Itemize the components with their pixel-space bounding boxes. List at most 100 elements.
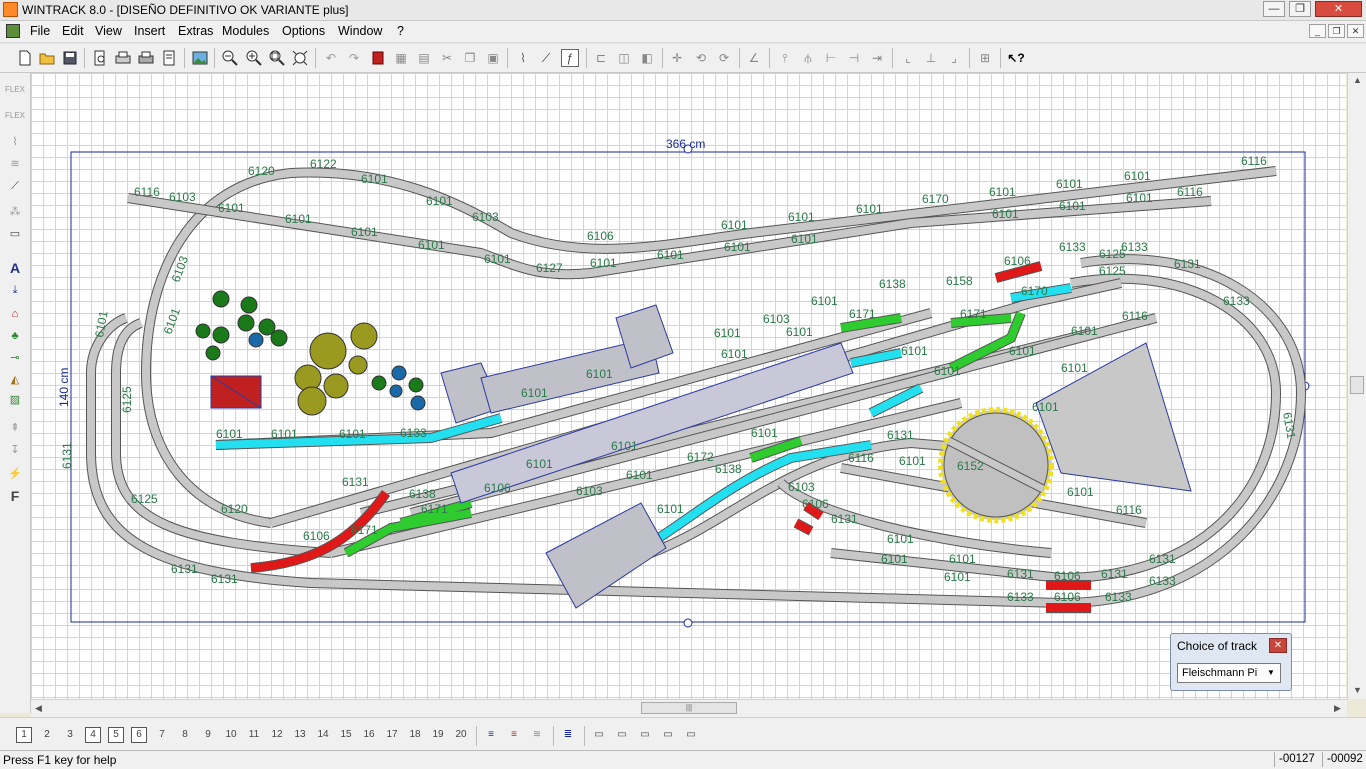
zoom-window-icon[interactable] (268, 49, 286, 67)
scroll-left-icon[interactable]: ◀ (35, 703, 42, 714)
rotate-180-icon[interactable]: ⟳ (715, 49, 733, 67)
layer-button-18[interactable]: 18 (407, 727, 423, 743)
gap-icon[interactable]: ⇥ (868, 49, 886, 67)
align-right-icon[interactable]: ⌟ (945, 49, 963, 67)
copy-icon[interactable]: ❐ (461, 49, 479, 67)
horizontal-scrollbar[interactable]: ◀ ||| ▶ (31, 699, 1347, 717)
menu-view[interactable]: View (95, 24, 122, 38)
mdi-minimize-button[interactable]: _ (1309, 24, 1326, 38)
free-draw-icon[interactable]: ƒ (561, 49, 579, 67)
close-button[interactable]: ✕ (1315, 1, 1362, 17)
bridge-icon[interactable]: ⟋ (5, 177, 25, 195)
house-icon[interactable]: ⌂ (5, 305, 25, 323)
flex-track-icon[interactable]: FLEX (5, 81, 25, 99)
view-3-icon[interactable]: ▭ (637, 727, 653, 743)
copy-window-icon[interactable]: ▦ (392, 49, 410, 67)
layer-button-12[interactable]: 12 (269, 727, 285, 743)
layer-button-3[interactable]: 3 (62, 727, 78, 743)
split-vertical-icon[interactable]: ⫛ (799, 49, 817, 67)
text-icon[interactable]: A (5, 259, 25, 277)
layer-button-8[interactable]: 8 (177, 727, 193, 743)
document-icon[interactable] (6, 24, 20, 38)
new-file-icon[interactable] (16, 49, 34, 67)
layer-button-14[interactable]: 14 (315, 727, 331, 743)
layer-button-11[interactable]: 11 (246, 727, 262, 743)
maximize-button[interactable]: ❐ (1289, 1, 1311, 17)
height-icon[interactable]: ⌇ (5, 133, 25, 151)
print-preview-icon[interactable] (91, 49, 109, 67)
zoom-in-icon[interactable] (245, 49, 263, 67)
layer-button-15[interactable]: 15 (338, 727, 354, 743)
align-left-icon[interactable]: ⌞ (899, 49, 917, 67)
track-system-select[interactable]: Fleischmann Pi ▼ (1177, 663, 1281, 683)
tree-icon[interactable]: ♣ (5, 327, 25, 345)
terrain-2-icon[interactable]: ▭ (5, 225, 25, 243)
layer-button-7[interactable]: 7 (154, 727, 170, 743)
landscape-icon[interactable]: ▨ (5, 391, 25, 409)
mdi-restore-button[interactable]: ❐ (1328, 24, 1345, 38)
scroll-right-icon[interactable]: ▶ (1334, 703, 1341, 714)
scroll-up-icon[interactable]: ▲ (1353, 75, 1362, 85)
layer-button-4[interactable]: 4 (85, 727, 101, 743)
layer-gray-icon[interactable]: ≋ (529, 727, 545, 743)
panel-close-button[interactable]: ✕ (1269, 638, 1287, 653)
grid-icon[interactable]: ⊞ (976, 49, 994, 67)
signal-icon[interactable]: ⊸ (5, 349, 25, 367)
vertical-scroll-thumb[interactable] (1350, 376, 1364, 394)
redo-icon[interactable]: ↷ (345, 49, 363, 67)
layer-button-20[interactable]: 20 (453, 727, 469, 743)
print-setup-icon[interactable] (137, 49, 155, 67)
layer-button-6[interactable]: 6 (131, 727, 147, 743)
view-1-icon[interactable]: ▭ (591, 727, 607, 743)
zoom-fit-icon[interactable] (291, 49, 309, 67)
catenary-icon[interactable]: ⚡ (5, 465, 25, 483)
layer-stack-icon[interactable]: ≡ (483, 727, 499, 743)
menu-help[interactable]: ? (397, 24, 404, 38)
mdi-close-button[interactable]: ✕ (1347, 24, 1364, 38)
open-folder-icon[interactable] (38, 49, 56, 67)
menu-extras[interactable]: Extras (178, 24, 213, 38)
layer-button-13[interactable]: 13 (292, 727, 308, 743)
curve-track-icon[interactable]: ⟋ (537, 49, 555, 67)
flex-track-icon[interactable]: ⌇ (514, 49, 532, 67)
menu-modules[interactable]: Modules (222, 24, 269, 38)
layer-red-icon[interactable]: ≡ (506, 727, 522, 743)
layer-button-16[interactable]: 16 (361, 727, 377, 743)
cut-icon[interactable]: ✂ (438, 49, 456, 67)
paste-window-icon[interactable]: ▤ (415, 49, 433, 67)
paste-icon[interactable]: ▣ (484, 49, 502, 67)
mirror-icon[interactable]: ⫯ (776, 49, 794, 67)
view-2-icon[interactable]: ▭ (614, 727, 630, 743)
track-align-icon[interactable]: ◫ (615, 49, 633, 67)
rotate-icon[interactable]: ✛ (668, 49, 686, 67)
align-center-icon[interactable]: ⊥ (922, 49, 940, 67)
layout-canvas[interactable]: 366 cm 140 cm 6120 6122 6101 6101 6103 6… (31, 73, 1346, 699)
view-5-icon[interactable]: ▭ (683, 727, 699, 743)
contour-icon[interactable]: ◭ (5, 371, 25, 389)
scroll-down-icon[interactable]: ▼ (1353, 685, 1362, 695)
menu-edit[interactable]: Edit (62, 24, 84, 38)
save-icon[interactable] (61, 49, 79, 67)
terrain-icon[interactable]: ⁂ (5, 203, 25, 221)
menu-file[interactable]: File (30, 24, 50, 38)
layer-button-10[interactable]: 10 (223, 727, 239, 743)
zoom-out-icon[interactable] (221, 49, 239, 67)
split-horizontal-icon[interactable]: ⊢ (822, 49, 840, 67)
help-arrow-icon[interactable]: ↖? (1007, 49, 1025, 67)
angle-icon[interactable]: ∠ (745, 49, 763, 67)
vertical-scrollbar[interactable]: ▲ ▼ (1347, 73, 1366, 699)
image-icon[interactable] (191, 49, 209, 67)
layer-button-5[interactable]: 5 (108, 727, 124, 743)
connect-icon[interactable]: ⊣ (845, 49, 863, 67)
page-setup-icon[interactable] (160, 49, 178, 67)
track-join-icon[interactable]: ⊏ (592, 49, 610, 67)
layer-button-1[interactable]: 1 (16, 727, 32, 743)
marker-icon[interactable]: ⤓ (5, 281, 25, 299)
layer-manager-icon[interactable]: ≣ (560, 727, 576, 743)
flex-track-2-icon[interactable]: FLEX (5, 107, 25, 125)
undo-icon[interactable]: ↶ (322, 49, 340, 67)
menu-options[interactable]: Options (282, 24, 325, 38)
font-icon[interactable]: F (5, 487, 25, 505)
upper-straight-track[interactable] (127, 193, 1212, 280)
minimize-button[interactable]: — (1263, 1, 1285, 17)
